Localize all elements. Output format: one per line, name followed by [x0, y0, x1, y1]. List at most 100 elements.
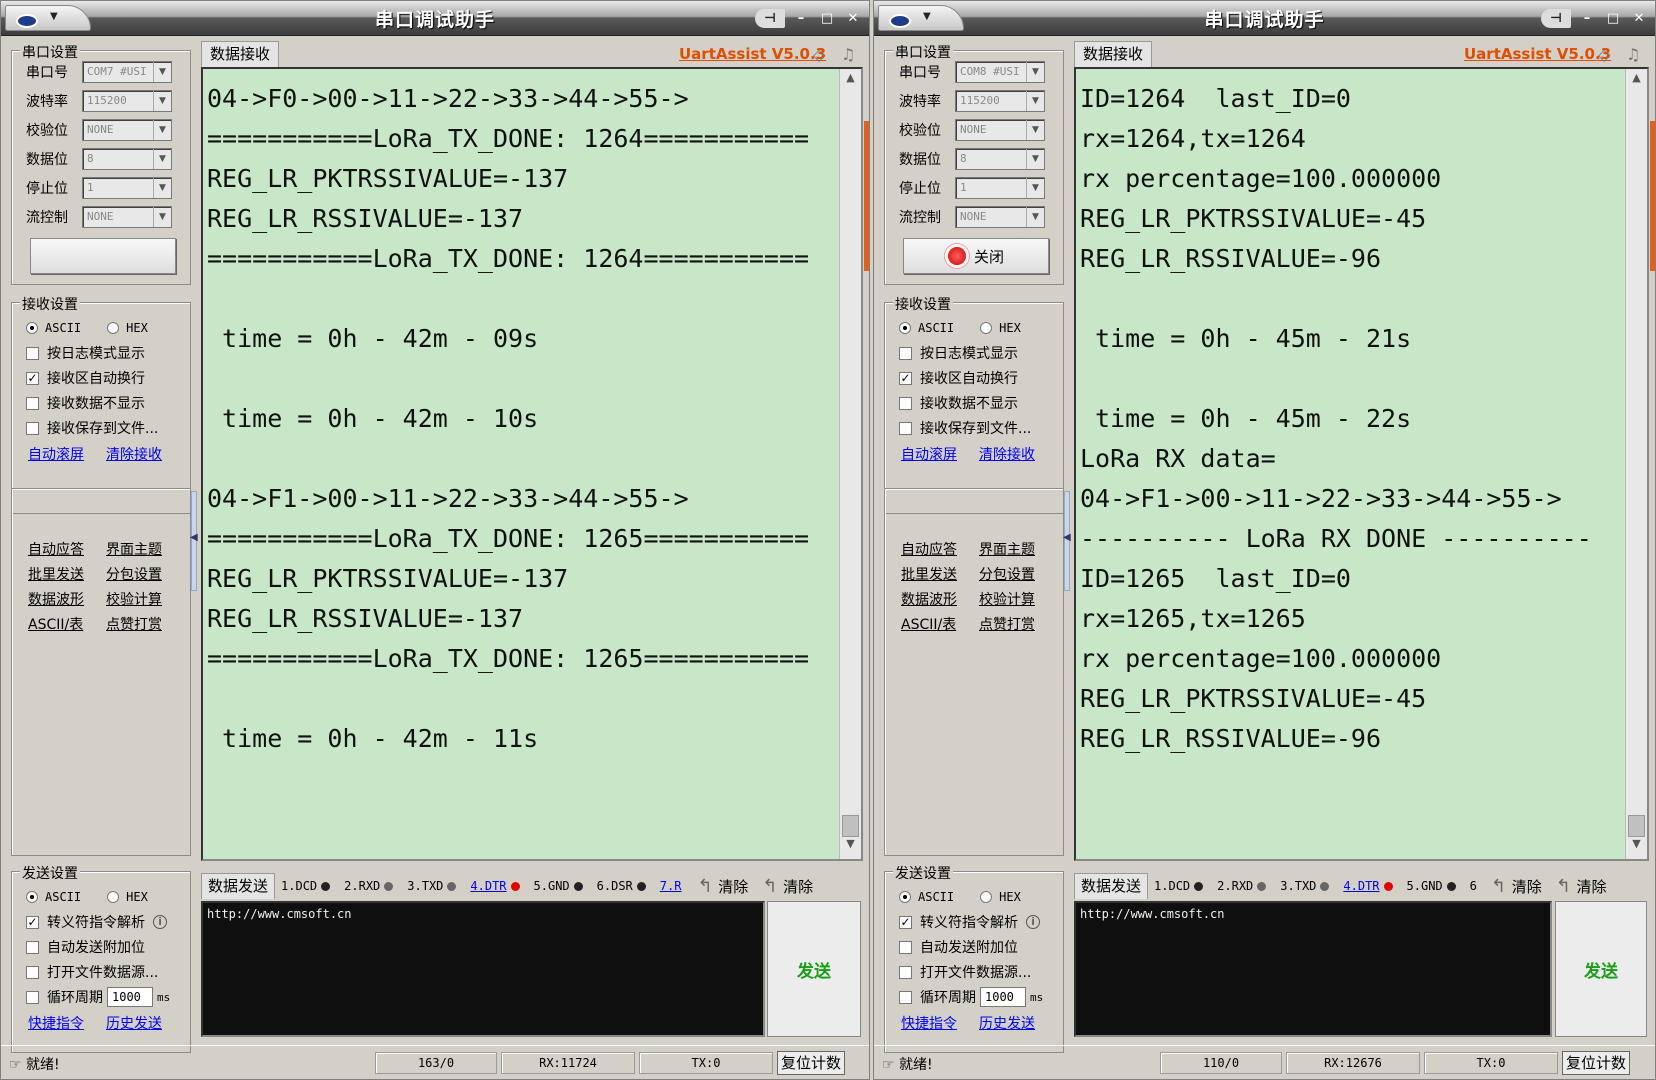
auto-append-checkbox[interactable] — [26, 940, 39, 954]
save-file-checkbox[interactable] — [899, 421, 912, 435]
send-button[interactable]: 发送 — [1555, 901, 1647, 1037]
auto-reply-link[interactable]: 自动应答 — [28, 539, 84, 559]
recv-scrollbar[interactable]: ▲ ▼ — [839, 69, 861, 859]
checksum-link[interactable]: 校验计算 — [106, 589, 162, 609]
auto-wrap-checkbox[interactable]: ✓ — [899, 371, 912, 385]
recv-ascii-radio[interactable] — [26, 322, 38, 334]
escape-parse-checkbox[interactable]: ✓ — [899, 915, 912, 929]
clear-send-button[interactable]: 清除 — [1491, 876, 1542, 897]
close-icon[interactable]: ✕ — [1629, 9, 1649, 28]
waveform-link[interactable]: 数据波形 — [28, 589, 84, 609]
send-history-link[interactable]: 历史发送 — [106, 1013, 162, 1033]
stopbits-select[interactable]: 1 ▼ — [82, 177, 172, 199]
recv-area[interactable]: ID=1264 last_ID=0 rx=1264,tx=1264 rx per… — [1074, 67, 1649, 861]
diamond-icon[interactable]: ◇ — [813, 45, 825, 64]
clear-recv-link[interactable]: 清除接收 — [106, 444, 162, 464]
scroll-thumb[interactable] — [842, 815, 859, 837]
recv-tab[interactable]: 数据接收 — [201, 41, 280, 67]
pin-ri[interactable]: 7.R — [660, 879, 682, 893]
auto-wrap-checkbox[interactable]: ✓ — [26, 371, 39, 385]
theme-link[interactable]: 界面主题 — [106, 539, 162, 559]
clear-all-button[interactable]: 清除 — [762, 876, 813, 897]
period-input[interactable]: 1000 — [980, 987, 1026, 1007]
period-input[interactable]: 1000 — [107, 987, 153, 1007]
checksum-link[interactable]: 校验计算 — [979, 589, 1035, 609]
info-icon[interactable]: i — [1026, 915, 1040, 929]
log-mode-checkbox[interactable] — [899, 346, 912, 360]
send-tab[interactable]: 数据发送 — [201, 873, 276, 899]
recv-scrollbar[interactable]: ▲ ▼ — [1625, 69, 1647, 859]
scroll-up-icon[interactable]: ▲ — [1626, 71, 1647, 91]
clear-recv-link[interactable]: 清除接收 — [979, 444, 1035, 464]
open-port-button[interactable] — [30, 238, 176, 274]
send-hex-radio[interactable] — [107, 891, 120, 903]
flow-select[interactable]: NONE ▼ — [955, 206, 1045, 228]
file-source-checkbox[interactable] — [899, 965, 912, 979]
send-input[interactable]: http://www.cmsoft.cn — [201, 901, 765, 1037]
databits-select[interactable]: 8 ▼ — [955, 148, 1045, 170]
close-port-button[interactable]: 关闭 — [903, 238, 1049, 274]
donate-link[interactable]: 点赞打赏 — [979, 614, 1035, 634]
stopbits-select[interactable]: 1 ▼ — [955, 177, 1045, 199]
collapse-panel-handle[interactable]: ◀ — [190, 491, 198, 591]
bell-icon[interactable]: ♫ — [1626, 45, 1640, 64]
port-select[interactable]: COM8 #USI ▼ — [955, 61, 1045, 83]
send-hex-radio[interactable] — [980, 891, 993, 903]
escape-parse-checkbox[interactable]: ✓ — [26, 915, 39, 929]
baud-select[interactable]: 115200 ▼ — [955, 90, 1045, 112]
auto-append-checkbox[interactable] — [899, 940, 912, 954]
file-source-checkbox[interactable] — [26, 965, 39, 979]
minimize-icon[interactable]: – — [1577, 9, 1597, 28]
send-button[interactable]: 发送 — [767, 901, 861, 1037]
ascii-table-link[interactable]: ASCII/表 — [901, 614, 956, 634]
minimize-icon[interactable]: – — [791, 9, 811, 28]
pin-dtr[interactable]: 4.DTR — [1343, 879, 1393, 893]
scroll-down-icon[interactable]: ▼ — [1626, 837, 1647, 857]
quick-command-link[interactable]: 快捷指令 — [28, 1013, 84, 1033]
quick-command-link[interactable]: 快捷指令 — [901, 1013, 957, 1033]
scroll-down-icon[interactable]: ▼ — [840, 837, 861, 857]
baud-select[interactable]: 115200 ▼ — [82, 90, 172, 112]
maximize-icon[interactable]: □ — [1603, 9, 1623, 28]
theme-link[interactable]: 界面主题 — [979, 539, 1035, 559]
parity-select[interactable]: NONE ▼ — [955, 119, 1045, 141]
parity-select[interactable]: NONE ▼ — [82, 119, 172, 141]
hide-recv-checkbox[interactable] — [899, 396, 912, 410]
ascii-table-link[interactable]: ASCII/表 — [28, 614, 83, 634]
reset-count-button[interactable]: 复位计数 — [1562, 1051, 1630, 1075]
maximize-icon[interactable]: □ — [817, 9, 837, 28]
port-select[interactable]: COM7 #USI ▼ — [82, 61, 172, 83]
send-ascii-radio[interactable] — [899, 891, 911, 903]
donate-link[interactable]: 点赞打赏 — [106, 614, 162, 634]
loop-period-checkbox[interactable] — [26, 990, 39, 1004]
recv-tab[interactable]: 数据接收 — [1074, 41, 1153, 67]
packet-settings-link[interactable]: 分包设置 — [106, 564, 162, 584]
bell-icon[interactable]: ♫ — [841, 45, 855, 64]
auto-scroll-link[interactable]: 自动滚屏 — [28, 444, 84, 464]
pin-icon[interactable]: ⊣ — [1541, 9, 1571, 28]
recv-hex-radio[interactable] — [107, 322, 120, 334]
pin-icon[interactable]: ⊣ — [755, 9, 785, 28]
info-icon[interactable]: i — [153, 915, 167, 929]
diamond-icon[interactable]: ◇ — [1598, 45, 1610, 64]
hide-recv-checkbox[interactable] — [26, 396, 39, 410]
clear-all-button[interactable]: 清除 — [1556, 876, 1607, 897]
send-tab[interactable]: 数据发送 — [1074, 873, 1149, 899]
pin-dtr[interactable]: 4.DTR — [470, 879, 520, 893]
send-input[interactable]: http://www.cmsoft.cn — [1074, 901, 1552, 1037]
scroll-thumb[interactable] — [1628, 815, 1645, 837]
loop-period-checkbox[interactable] — [899, 990, 912, 1004]
version-link[interactable]: UartAssist V5.0.3 — [1464, 45, 1611, 63]
reset-count-button[interactable]: 复位计数 — [777, 1051, 845, 1075]
databits-select[interactable]: 8 ▼ — [82, 148, 172, 170]
auto-scroll-link[interactable]: 自动滚屏 — [901, 444, 957, 464]
packet-settings-link[interactable]: 分包设置 — [979, 564, 1035, 584]
batch-send-link[interactable]: 批里发送 — [28, 564, 84, 584]
version-link[interactable]: UartAssist V5.0.3 — [679, 45, 826, 63]
flow-select[interactable]: NONE ▼ — [82, 206, 172, 228]
recv-hex-radio[interactable] — [980, 322, 993, 334]
log-mode-checkbox[interactable] — [26, 346, 39, 360]
recv-area[interactable]: 04->F0->00->11->22->33->44->55-> =======… — [201, 67, 863, 861]
recv-ascii-radio[interactable] — [899, 322, 911, 334]
close-icon[interactable]: ✕ — [843, 9, 863, 28]
